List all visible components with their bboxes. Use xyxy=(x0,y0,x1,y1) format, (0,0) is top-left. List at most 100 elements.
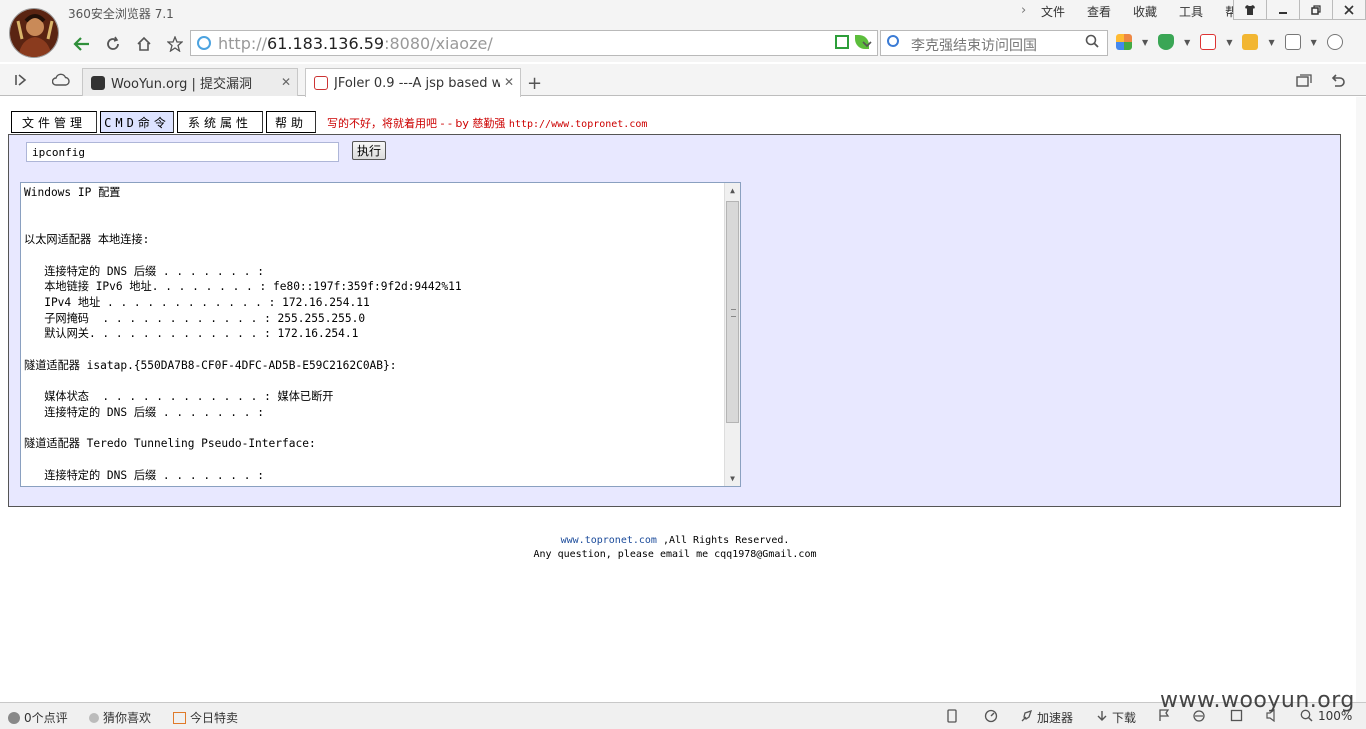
output-line: 连接特定的 DNS 后缀 . . . . . . . : xyxy=(24,405,264,419)
sidebar-toggle-icon[interactable] xyxy=(14,73,28,90)
close-tab-icon[interactable]: ✕ xyxy=(504,75,514,89)
minimize-icon[interactable] xyxy=(1267,0,1300,20)
output-text: Windows IP 配置 以太网适配器 本地连接: 连接特定的 DNS 后缀 … xyxy=(24,185,724,483)
chevron-down-icon[interactable]: ▼ xyxy=(1268,38,1274,47)
search-engine-icon[interactable] xyxy=(887,35,899,47)
scroll-down-icon[interactable]: ▼ xyxy=(725,471,740,486)
page-scrollbar[interactable] xyxy=(1356,97,1366,702)
chevron-down-icon[interactable]: ▼ xyxy=(1142,38,1148,47)
pdf-reader-icon[interactable] xyxy=(1200,34,1217,50)
comments-label: 0个点评 xyxy=(24,711,68,725)
mobile-icon[interactable] xyxy=(947,709,957,727)
url-text[interactable]: http://61.183.136.59:8080/xiaoze/ xyxy=(218,34,493,53)
url-scheme: http:// xyxy=(218,34,268,53)
navigation-bar: http://61.183.136.59:8080/xiaoze/ 李克强结束访… xyxy=(0,28,1366,62)
top-menu: 文件 查看 收藏 工具 帮助 xyxy=(1030,4,1260,20)
heart-icon xyxy=(89,712,99,723)
output-line: 隧道适配器 Teredo Tunneling Pseudo-Interface: xyxy=(24,437,316,451)
output-scrollbar[interactable]: ▲ ▼ xyxy=(724,183,740,486)
cmd-panel: 执行 Windows IP 配置 以太网适配器 本地连接: 连接特定的 DNS … xyxy=(8,134,1341,507)
cloud-sync-icon[interactable] xyxy=(51,73,70,90)
accelerator-item[interactable]: 加速器 xyxy=(1020,709,1073,726)
scroll-thumb[interactable] xyxy=(726,201,739,423)
output-line: 连接特定的 DNS 后缀 . . . . . . . : xyxy=(24,264,264,278)
back-icon[interactable] xyxy=(70,32,94,56)
menu-tools[interactable]: 工具 xyxy=(1168,4,1214,20)
output-line: 隧道适配器 isatap.{550DA7B8-CF0F-4DFC-AD5B-E5… xyxy=(24,358,397,372)
url-path: :8080/xiaoze/ xyxy=(384,34,493,53)
close-tab-icon[interactable]: ✕ xyxy=(281,75,291,89)
window-controls xyxy=(1233,0,1366,20)
site-identity-icon[interactable] xyxy=(197,36,211,50)
title-bar: 360安全浏览器 7.1 › 文件 查看 收藏 工具 帮助 xyxy=(0,0,1366,28)
grip-icon xyxy=(731,309,736,317)
menu-system-properties[interactable]: 系统属性 xyxy=(177,111,263,133)
security-shield-icon[interactable] xyxy=(1158,34,1175,50)
scroll-up-icon[interactable]: ▲ xyxy=(725,183,740,198)
refresh-icon[interactable] xyxy=(101,32,125,56)
address-bar[interactable]: http://61.183.136.59:8080/xiaoze/ xyxy=(190,30,878,56)
guess-label: 猜你喜欢 xyxy=(103,711,152,725)
command-output[interactable]: Windows IP 配置 以太网适配器 本地连接: 连接特定的 DNS 后缀 … xyxy=(20,182,741,487)
menu-file-manager[interactable]: 文件管理 xyxy=(11,111,97,133)
search-icon[interactable] xyxy=(1085,34,1099,52)
speed-icon[interactable] xyxy=(984,709,998,727)
new-tab-icon[interactable]: + xyxy=(527,73,542,94)
status-bar: 0个点评 猜你喜欢 今日特卖 加速器 下载 100% www.wooyun.or… xyxy=(0,688,1366,729)
jfoler-favicon-icon xyxy=(314,76,328,90)
guess-item[interactable]: 猜你喜欢 xyxy=(89,709,151,726)
user-avatar[interactable] xyxy=(9,8,59,58)
execute-button[interactable]: 执行 xyxy=(352,141,386,160)
apps-grid-icon[interactable] xyxy=(1116,34,1132,50)
wooyun-favicon-icon xyxy=(91,75,105,90)
home-icon[interactable] xyxy=(132,32,156,56)
undo-close-icon[interactable] xyxy=(1330,74,1346,92)
chevron-down-icon[interactable]: ▼ xyxy=(1184,38,1190,47)
menu-view[interactable]: 查看 xyxy=(1076,4,1122,20)
deals-item[interactable]: 今日特卖 xyxy=(173,709,238,726)
url-host: 61.183.136.59 xyxy=(267,34,385,53)
address-dropdown-icon[interactable] xyxy=(855,32,879,56)
favorite-star-icon[interactable] xyxy=(163,32,187,56)
chevron-down-icon[interactable]: ▼ xyxy=(1226,38,1232,47)
menu-cmd-command[interactable]: CMD命令 xyxy=(100,111,174,133)
restore-tabs-icon[interactable] xyxy=(1296,74,1312,92)
tab-wooyun[interactable]: WooYun.org | 提交漏洞 ✕ xyxy=(82,68,298,96)
chevron-down-icon[interactable]: ▼ xyxy=(1311,38,1317,47)
output-line: 子网掩码 . . . . . . . . . . . . : 255.255.2… xyxy=(24,311,366,325)
output-line: Windows IP 配置 xyxy=(24,186,121,199)
screenshot-icon[interactable] xyxy=(1284,34,1301,50)
cloud-icon[interactable] xyxy=(1326,34,1343,50)
output-line: 以太网适配器 本地连接: xyxy=(24,233,150,247)
gift-box-icon xyxy=(173,711,186,724)
footer-link[interactable]: www.topronet.com xyxy=(561,535,657,546)
author-slogan: 写的不好，将就着用吧 - - by 慈勤强 http://www.toprone… xyxy=(327,115,647,131)
output-line: 默认网关. . . . . . . . . . . . . : 172.16.2… xyxy=(24,327,359,341)
menu-favorites[interactable]: 收藏 xyxy=(1122,4,1168,20)
footer-contact: Any question, please email me cqq1978@Gm… xyxy=(533,549,817,560)
gift-icon[interactable] xyxy=(1242,34,1259,50)
close-icon[interactable] xyxy=(1333,0,1366,20)
skin-icon[interactable] xyxy=(1234,0,1267,20)
search-box[interactable]: 李克强结束访问回国 xyxy=(880,30,1108,56)
tab-jfoler[interactable]: JFoler 0.9 ---A jsp based we ✕ xyxy=(305,68,521,97)
menu-expand-icon[interactable]: › xyxy=(1021,3,1026,18)
search-input[interactable]: 李克强结束访问回国 xyxy=(911,35,1037,55)
rocket-icon xyxy=(1020,709,1033,726)
qr-code-icon[interactable] xyxy=(835,35,849,49)
extension-toolbar: ▼ ▼ ▼ ▼ ▼ xyxy=(1116,34,1343,50)
menu-help[interactable]: 帮助 xyxy=(266,111,316,133)
tab-bar-actions xyxy=(1296,74,1346,92)
command-input[interactable] xyxy=(26,142,339,162)
output-line: IPv4 地址 . . . . . . . . . . . . : 172.16… xyxy=(24,295,370,309)
restore-icon[interactable] xyxy=(1300,0,1333,20)
menu-file[interactable]: 文件 xyxy=(1030,4,1076,20)
page-footer: www.topronet.com ,All Rights Reserved. A… xyxy=(0,534,1350,562)
download-item[interactable]: 下载 xyxy=(1096,709,1136,726)
comments-item[interactable]: 0个点评 xyxy=(8,709,68,726)
output-line: 本地链接 IPv6 地址. . . . . . . . : fe80::197f… xyxy=(24,280,462,294)
